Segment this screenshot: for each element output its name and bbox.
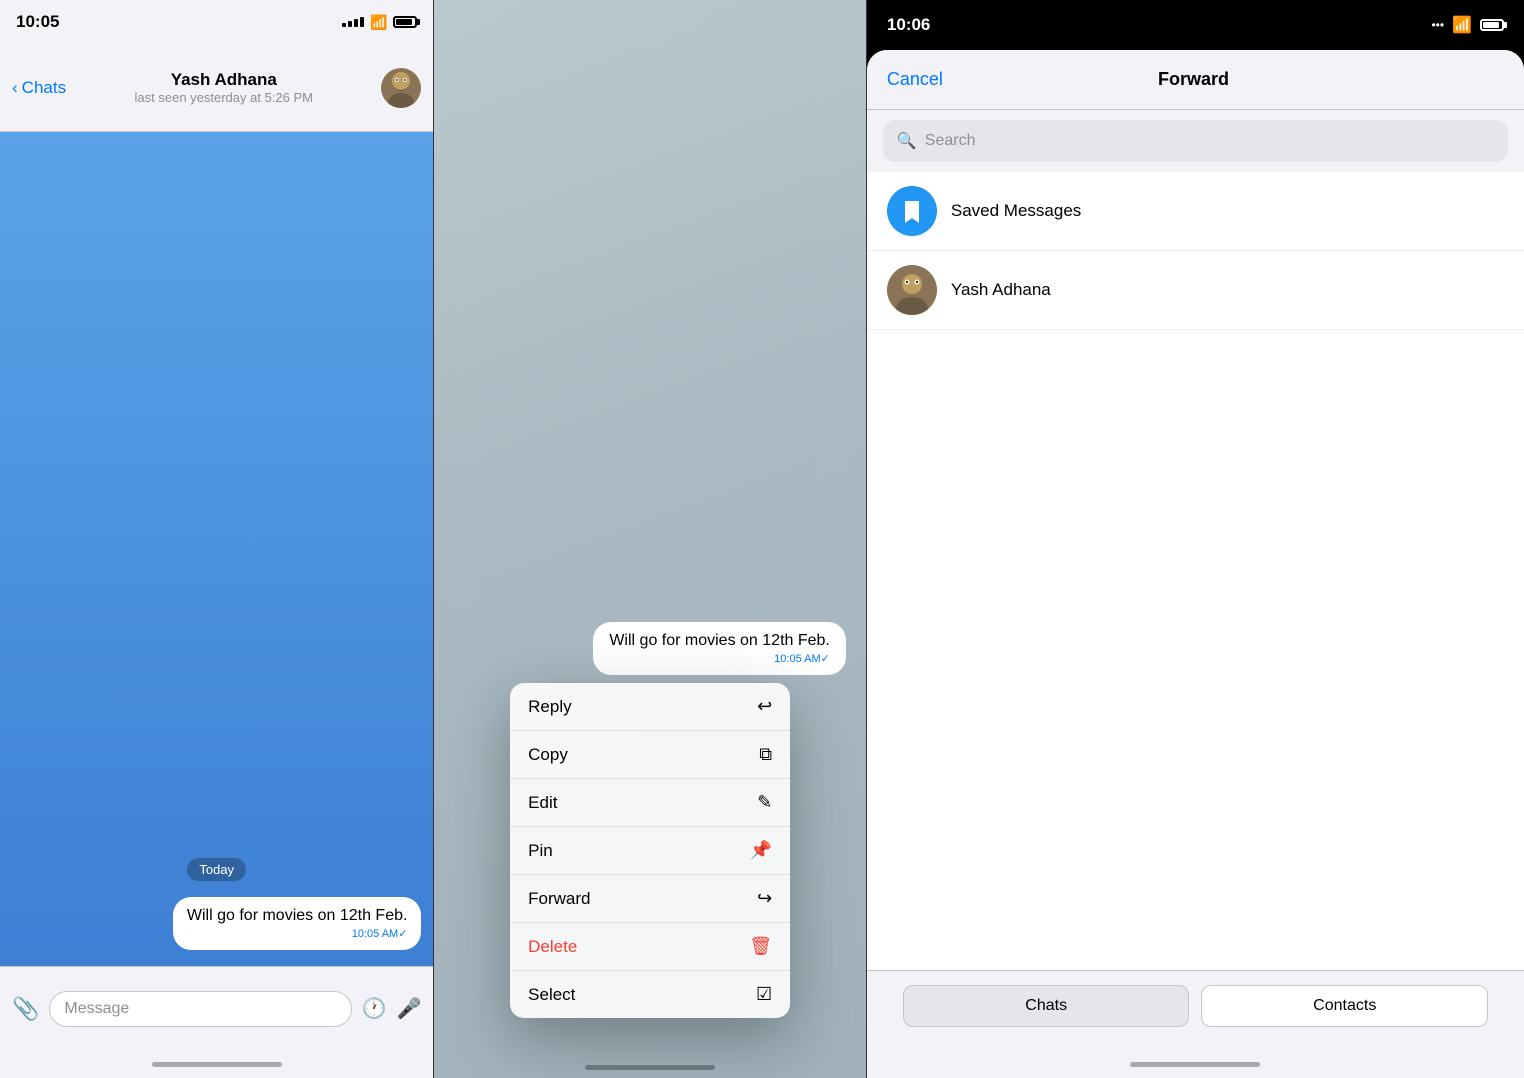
menu-label-pin: Pin [528, 841, 553, 861]
chat-status-bar: 10:05 📶 [0, 0, 433, 44]
search-icon: 🔍 [897, 131, 917, 151]
forward-icon: ↪ [757, 888, 772, 909]
forward-panel: 10:06 ••• 📶 Cancel Forward 🔍 Search [867, 0, 1524, 1078]
context-menu-panel: Will go for movies on 12th Feb. 10:05 AM… [434, 0, 865, 1078]
menu-label-select: Select [528, 985, 575, 1005]
chat-input-bar: 📎 Message 🕐 🎤 [0, 966, 433, 1050]
saved-messages-label: Saved Messages [951, 201, 1081, 221]
signal-icon [342, 17, 364, 27]
messages-area: Today Will go for movies on 12th Feb. 10… [0, 132, 433, 966]
contact-name: Yash Adhana [171, 70, 277, 90]
battery-icon [393, 16, 417, 28]
menu-item-copy[interactable]: Copy ⧉ [510, 731, 790, 779]
yash-adhana-avatar [887, 265, 937, 315]
forward-signal-icon: ••• [1431, 18, 1444, 32]
context-menu: Reply ↩ Copy ⧉ Edit ✎ Pin 📌 Forward ↪ De… [510, 683, 790, 1018]
menu-label-copy: Copy [528, 745, 568, 765]
menu-label-edit: Edit [528, 793, 557, 813]
emoji-icon[interactable]: 🕐 [362, 996, 387, 1021]
delete-icon: 🗑 [749, 936, 772, 957]
forward-contact-list: Saved Messages Yash Adhana [867, 172, 1524, 970]
select-icon: ☑ [756, 984, 772, 1005]
menu-item-delete[interactable]: Delete 🗑 [510, 923, 790, 971]
chat-nav-bar: ‹ Chats Yash Adhana last seen yesterday … [0, 44, 433, 132]
home-bar [152, 1062, 282, 1067]
cancel-button[interactable]: Cancel [887, 69, 943, 90]
date-separator: Today [12, 858, 421, 881]
menu-label-reply: Reply [528, 697, 571, 717]
menu-item-pin[interactable]: Pin 📌 [510, 827, 790, 875]
context-message-text: Will go for movies on 12th Feb. [609, 632, 830, 650]
chat-panel: 10:05 📶 ‹ Chats Yash Adhana last seen ye… [0, 0, 433, 1078]
back-label: Chats [22, 78, 66, 98]
forward-status-icons: ••• 📶 [1431, 15, 1504, 35]
back-button[interactable]: ‹ Chats [12, 78, 66, 98]
yash-avatar-image [887, 265, 937, 315]
date-pill: Today [187, 858, 246, 881]
menu-item-edit[interactable]: Edit ✎ [510, 779, 790, 827]
reply-icon: ↩ [757, 696, 772, 717]
bubble-text: Will go for movies on 12th Feb. [187, 907, 408, 925]
bookmark-icon [897, 196, 927, 226]
forward-status-bar: 10:06 ••• 📶 [867, 0, 1524, 50]
chevron-left-icon: ‹ [12, 78, 18, 98]
status-icons: 📶 [342, 14, 417, 31]
forward-nav: Cancel Forward [867, 50, 1524, 110]
yash-adhana-label: Yash Adhana [951, 280, 1051, 300]
tab-contacts[interactable]: Contacts [1201, 985, 1488, 1027]
edit-icon: ✎ [757, 792, 772, 813]
forward-tab-bar: Chats Contacts [867, 970, 1524, 1050]
message-input[interactable]: Message [49, 991, 351, 1027]
forward-title: Forward [1158, 69, 1229, 90]
contact-avatar[interactable] [381, 68, 421, 108]
input-placeholder: Message [64, 1000, 129, 1018]
search-bar-container: 🔍 Search [867, 110, 1524, 172]
status-time: 10:05 [16, 12, 59, 32]
tab-contacts-label: Contacts [1313, 997, 1376, 1015]
context-content: Will go for movies on 12th Feb. 10:05 AM… [434, 0, 865, 1078]
forward-home-bar [1130, 1062, 1260, 1067]
forward-wifi-icon: 📶 [1452, 15, 1472, 35]
contact-info: Yash Adhana last seen yesterday at 5:26 … [135, 70, 313, 105]
tab-chats-label: Chats [1025, 997, 1067, 1015]
menu-label-delete: Delete [528, 937, 577, 957]
context-message-meta: 10:05 AM✓ [609, 652, 830, 665]
menu-item-reply[interactable]: Reply ↩ [510, 683, 790, 731]
pin-icon: 📌 [750, 840, 772, 861]
list-item-saved-messages[interactable]: Saved Messages [867, 172, 1524, 251]
contact-status: last seen yesterday at 5:26 PM [135, 90, 313, 105]
search-placeholder: Search [925, 132, 976, 150]
saved-messages-avatar [887, 186, 937, 236]
chat-bubble[interactable]: Will go for movies on 12th Feb. 10:05 AM… [173, 897, 422, 950]
bubble-meta: 10:05 AM✓ [187, 927, 408, 940]
avatar-image [381, 68, 421, 108]
menu-item-forward[interactable]: Forward ↪ [510, 875, 790, 923]
context-message-bubble: Will go for movies on 12th Feb. 10:05 AM… [593, 622, 846, 675]
context-home-bar [585, 1065, 715, 1070]
tab-chats[interactable]: Chats [903, 985, 1190, 1027]
menu-label-forward: Forward [528, 889, 590, 909]
wifi-icon: 📶 [370, 14, 387, 31]
search-input[interactable]: 🔍 Search [883, 120, 1508, 162]
forward-battery-icon [1480, 19, 1504, 31]
copy-icon: ⧉ [759, 744, 772, 765]
message-row: Will go for movies on 12th Feb. 10:05 AM… [12, 897, 421, 950]
list-item-yash-adhana[interactable]: Yash Adhana [867, 251, 1524, 330]
forward-main: Cancel Forward 🔍 Search Saved Messages [867, 50, 1524, 1078]
home-indicator [0, 1050, 433, 1078]
forward-status-time: 10:06 [887, 15, 930, 35]
mic-icon[interactable]: 🎤 [397, 996, 422, 1021]
forward-home-indicator [867, 1050, 1524, 1078]
menu-item-select[interactable]: Select ☑ [510, 971, 790, 1018]
attach-icon[interactable]: 📎 [12, 996, 39, 1022]
